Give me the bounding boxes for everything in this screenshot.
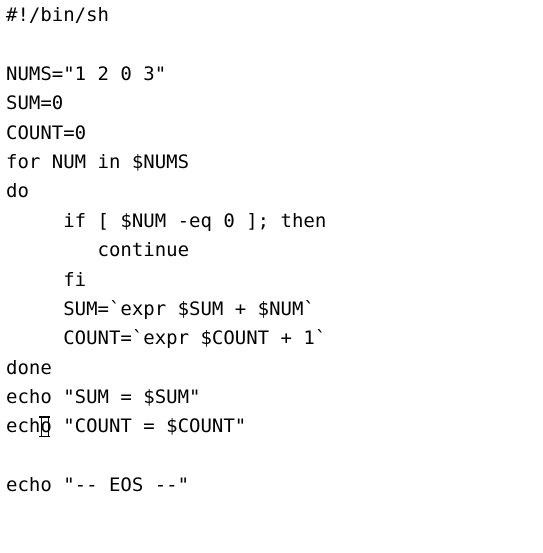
code-line-8[interactable]: if [ $NUM -eq 0 ]; then — [6, 207, 326, 236]
code-area[interactable]: #!/bin/sh NUMS="1 2 0 3" SUM=0 COUNT=0 f… — [6, 1, 326, 501]
code-line-3[interactable]: NUMS="1 2 0 3" — [6, 60, 326, 89]
code-line-9[interactable]: continue — [6, 236, 326, 265]
code-line-12[interactable]: COUNT=`expr $COUNT + 1` — [6, 324, 326, 353]
cursor-position: o — [38, 412, 52, 441]
text-editor[interactable]: #!/bin/sh NUMS="1 2 0 3" SUM=0 COUNT=0 f… — [0, 0, 543, 553]
code-line-14[interactable]: echo "SUM = $SUM" — [6, 383, 326, 412]
code-line-2[interactable] — [6, 30, 326, 59]
code-line-5[interactable]: COUNT=0 — [6, 119, 326, 148]
code-line-16[interactable] — [6, 442, 326, 471]
code-line-10[interactable]: fi — [6, 266, 326, 295]
code-line-6[interactable]: for NUM in $NUMS — [6, 148, 326, 177]
code-line-7[interactable]: do — [6, 177, 326, 206]
code-line-11[interactable]: SUM=`expr $SUM + $NUM` — [6, 295, 326, 324]
code-line-13[interactable]: done — [6, 354, 326, 383]
code-line-15[interactable]: echo "COUNT = $COUNT" — [6, 412, 326, 441]
code-line-4[interactable]: SUM=0 — [6, 89, 326, 118]
code-line-1[interactable]: #!/bin/sh — [6, 1, 326, 30]
i-beam-cursor-icon — [38, 416, 50, 438]
code-line-15-before: ech — [6, 415, 41, 438]
code-line-15-after: "COUNT = $COUNT" — [51, 415, 247, 438]
code-line-17[interactable]: echo "-- EOS --" — [6, 471, 326, 500]
